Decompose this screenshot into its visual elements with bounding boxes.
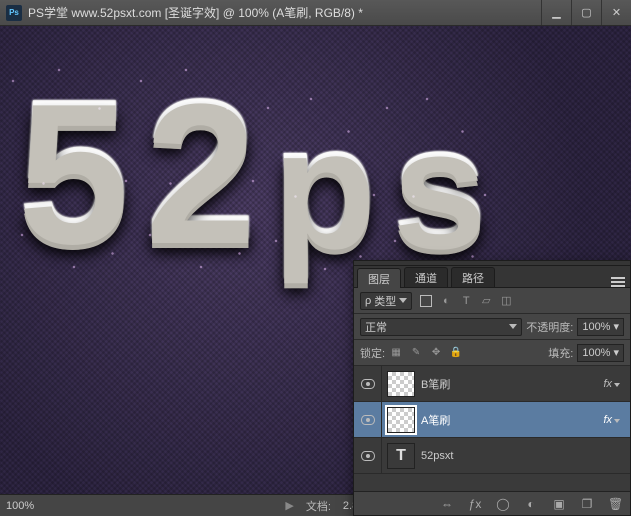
panel-tabs: 图层 通道 路径 — [354, 266, 630, 288]
opacity-input[interactable]: 100%▾ — [577, 318, 624, 336]
tab-layers[interactable]: 图层 — [357, 268, 401, 288]
layer-name[interactable]: 52psxt — [421, 450, 624, 462]
filter-shape-icon[interactable]: ▱ — [480, 295, 492, 307]
filter-row: ρ类型 ◐ T ▱ ◫ — [354, 288, 630, 314]
close-button[interactable]: ✕ — [601, 0, 631, 25]
filter-type-icons: ◐ T ▱ ◫ — [420, 295, 512, 307]
glyph-2: 2 — [145, 70, 252, 270]
fill-label: 填充: — [548, 345, 573, 361]
layer-row[interactable]: T 52psxt — [354, 438, 630, 474]
layer-filter-kind[interactable]: ρ类型 — [360, 292, 412, 310]
layer-mask-icon[interactable]: ◯ — [496, 497, 510, 511]
app-icon: Ps — [6, 5, 22, 21]
layer-thumbnail[interactable] — [387, 371, 415, 397]
lock-pixels-icon[interactable]: ✎ — [409, 346, 423, 360]
maximize-button[interactable]: ▢ — [571, 0, 601, 25]
layer-name[interactable]: B笔刷 — [421, 376, 603, 392]
lock-trans-icon[interactable]: ▦ — [389, 346, 403, 360]
glyph-s: s — [392, 100, 483, 270]
tab-paths[interactable]: 路径 — [451, 267, 495, 287]
delete-layer-icon[interactable]: 🗑 — [608, 497, 622, 511]
blend-row: 正常 不透明度: 100%▾ — [354, 314, 630, 340]
visibility-toggle[interactable] — [354, 438, 382, 473]
layer-thumbnail[interactable]: T — [387, 443, 415, 469]
lock-label: 锁定: — [360, 345, 385, 361]
artwork-text: 5 2 p s — [18, 70, 483, 270]
new-layer-icon[interactable]: ❐ — [580, 497, 594, 511]
lock-all-icon[interactable]: 🔒 — [449, 346, 463, 360]
doc-info-label: 文档: — [306, 498, 331, 514]
visibility-toggle[interactable] — [354, 366, 382, 401]
filter-pixel-icon[interactable] — [420, 295, 432, 307]
layers-list: B笔刷 fx A笔刷 fx T 52psxt — [354, 366, 630, 491]
chevron-down-icon — [399, 298, 407, 303]
title-bar: Ps PS学堂 www.52psxt.com [圣诞字效] @ 100% (A笔… — [0, 0, 631, 26]
new-group-icon[interactable]: ▣ — [552, 497, 566, 511]
filter-text-icon[interactable]: T — [460, 295, 472, 307]
minimize-button[interactable]: ▁ — [541, 0, 571, 25]
fill-input[interactable]: 100%▾ — [577, 344, 624, 362]
layer-row[interactable]: B笔刷 fx — [354, 366, 630, 402]
blend-mode-select[interactable]: 正常 — [360, 318, 522, 336]
panel-footer: ⇔ ƒx ◯ ◐ ▣ ❐ 🗑 — [354, 491, 630, 515]
glyph-p: p — [272, 100, 372, 270]
glyph-5: 5 — [18, 70, 125, 270]
hamburger-icon — [611, 277, 625, 287]
layer-row[interactable]: A笔刷 fx — [354, 402, 630, 438]
layer-style-icon[interactable]: ƒx — [468, 497, 482, 511]
layer-thumbnail[interactable] — [387, 407, 415, 433]
lock-position-icon[interactable]: ✥ — [429, 346, 443, 360]
lock-row: 锁定: ▦ ✎ ✥ 🔒 填充: 100%▾ — [354, 340, 630, 366]
opacity-label: 不透明度: — [526, 319, 573, 335]
fx-indicator[interactable]: fx — [603, 414, 620, 426]
visibility-toggle[interactable] — [354, 402, 382, 437]
tab-channels[interactable]: 通道 — [404, 267, 448, 287]
panel-menu-button[interactable] — [606, 277, 630, 287]
eye-icon — [361, 415, 375, 425]
adjustment-layer-icon[interactable]: ◐ — [524, 497, 538, 511]
zoom-level[interactable]: 100% — [6, 500, 76, 512]
chevron-down-icon — [509, 324, 517, 329]
layer-name[interactable]: A笔刷 — [421, 412, 603, 428]
eye-icon — [361, 451, 375, 461]
status-menu-icon[interactable]: ▶ — [285, 499, 293, 512]
document-title: PS学堂 www.52psxt.com [圣诞字效] @ 100% (A笔刷, … — [28, 4, 541, 21]
filter-smart-icon[interactable]: ◫ — [500, 295, 512, 307]
eye-icon — [361, 379, 375, 389]
filter-adjust-icon[interactable]: ◐ — [440, 295, 452, 307]
link-layers-icon[interactable]: ⇔ — [440, 497, 454, 511]
window-controls: ▁ ▢ ✕ — [541, 0, 631, 25]
fx-indicator[interactable]: fx — [603, 378, 620, 390]
layers-panel[interactable]: 图层 通道 路径 ρ类型 ◐ T ▱ ◫ 正常 不透明度: 100%▾ 锁定: … — [353, 260, 631, 516]
